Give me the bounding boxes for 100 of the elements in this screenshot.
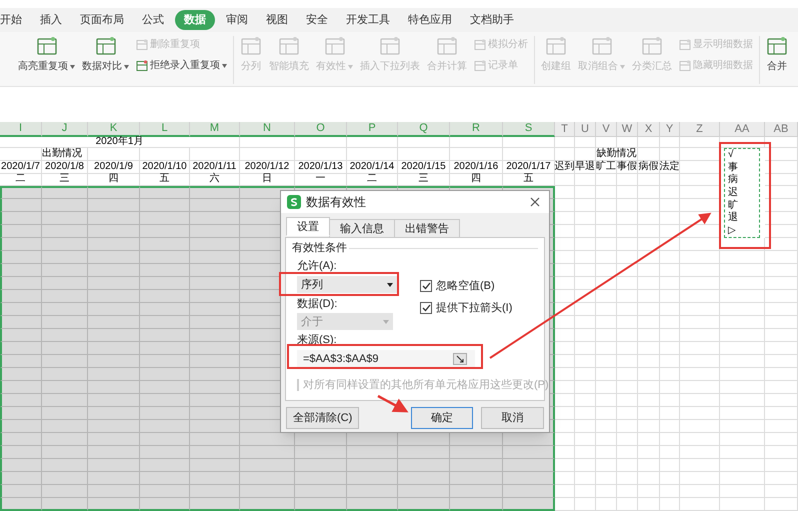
dialog-button[interactable]: 全部清除(C) — [286, 407, 360, 429]
dialog-tab[interactable]: 设置 — [286, 217, 330, 236]
check-icon — [422, 282, 430, 290]
field-label: 数据(D): — [297, 297, 338, 311]
field-label: 来源(S): — [297, 333, 337, 347]
ribbon-button[interactable]: 高亮重复项 — [18, 61, 75, 74]
column-header[interactable]: L — [140, 122, 190, 137]
checkbox-label: 对所有同样设置的其他所有单元格应用这些更改(P) — [303, 378, 549, 392]
table-cell: 2020/1/15 — [398, 160, 450, 174]
column-header[interactable]: I — [0, 122, 42, 137]
column-header[interactable]: X — [638, 122, 660, 137]
dialog-button[interactable]: 确定 — [411, 407, 473, 429]
table-icon — [766, 36, 788, 56]
collapse-icon — [453, 352, 467, 364]
dialog-tab[interactable]: 出错警告 — [394, 219, 460, 238]
caret-icon — [70, 65, 75, 70]
table-icon — [590, 36, 612, 56]
table-cell: 2020/1/13 — [295, 160, 347, 174]
column-header[interactable]: Z — [680, 122, 720, 137]
annotation-arrow — [377, 394, 408, 412]
column-header[interactable]: AA — [720, 122, 765, 137]
column-header[interactable]: S — [503, 122, 555, 137]
menu-tab[interactable]: 安全 — [297, 10, 337, 30]
table-cell: 旷工 — [596, 160, 617, 174]
table-icon — [545, 36, 567, 56]
dialog-tab[interactable]: 输入信息 — [329, 219, 395, 238]
table-cell-text: ▷ — [727, 224, 737, 238]
table-icon — [474, 39, 486, 52]
menu-tab[interactable]: 特色应用 — [399, 10, 461, 30]
table-cell: 2020/1/12 — [240, 160, 295, 174]
table-cell: 迟到 — [555, 160, 575, 174]
table-icon — [379, 36, 401, 56]
caret-icon — [124, 65, 129, 70]
column-header[interactable]: U — [575, 122, 596, 137]
menu-tab[interactable]: 公式 — [133, 10, 173, 30]
table-cell-text: 迟 — [727, 186, 739, 200]
dialog-button[interactable]: 取消 — [481, 407, 544, 429]
column-header[interactable]: W — [617, 122, 638, 137]
table-icon — [240, 36, 262, 56]
section-label: 有效性条件 — [292, 241, 347, 255]
table-icon — [641, 36, 663, 56]
checkbox[interactable] — [420, 280, 432, 292]
table-cell: 2020/1/14 — [347, 160, 398, 174]
menu-tab[interactable]: 文档助手 — [461, 10, 523, 30]
table-cell-text: 旷 — [727, 199, 739, 212]
column-header[interactable]: N — [240, 122, 295, 137]
column-header[interactable]: M — [190, 122, 240, 137]
check-icon — [422, 304, 430, 312]
ribbon-button[interactable]: 数据对比 — [82, 61, 129, 74]
caret-icon — [620, 65, 625, 70]
table-cell: 2020/1/10 — [140, 160, 190, 174]
column-header[interactable]: Y — [660, 122, 680, 137]
menu-tab[interactable]: 开始 — [0, 10, 31, 30]
app-icon — [287, 195, 301, 209]
column-header[interactable]: V — [596, 122, 617, 137]
table-cell-text: 事 — [727, 162, 739, 174]
table-cell: 2020/1/9 — [88, 160, 140, 174]
table-cell: 早退 — [575, 160, 596, 174]
column-header[interactable]: O — [295, 122, 347, 137]
table-icon — [36, 36, 58, 56]
table-cell-text: 病 — [727, 174, 739, 187]
field-label: 允许(A): — [297, 259, 337, 273]
column-header[interactable]: Q — [398, 122, 450, 137]
column-header[interactable]: R — [450, 122, 503, 137]
checkbox[interactable] — [420, 302, 432, 314]
table-cell: 病假 — [638, 160, 660, 174]
ribbon-button[interactable]: 合并 — [767, 61, 787, 74]
caret-icon — [387, 282, 393, 286]
column-header[interactable]: T — [555, 122, 575, 137]
ribbon-button[interactable]: 拒绝录入重复项 — [136, 60, 227, 72]
table-icon — [324, 36, 346, 56]
dialog-title: 数据有效性 — [306, 195, 367, 209]
table-cell: 2020/1/7 — [0, 160, 42, 174]
checkbox-label: 提供下拉箭头(I) — [436, 301, 512, 315]
table-cell: 出勤情况 — [42, 148, 88, 161]
menu-tab[interactable]: 页面布局 — [71, 10, 133, 30]
menu-tab[interactable]: 开发工具 — [337, 10, 399, 30]
table-icon — [679, 60, 691, 72]
column-header[interactable]: J — [42, 122, 88, 137]
menu-tab[interactable]: 视图 — [257, 10, 297, 30]
column-header[interactable]: K — [88, 122, 140, 137]
menu-tab[interactable]: 审阅 — [217, 10, 257, 30]
caret-icon — [222, 64, 227, 68]
table-icon — [136, 39, 148, 52]
table-cell-text: √ — [727, 148, 734, 162]
menu-tab[interactable]: 数据 — [175, 10, 215, 30]
column-header[interactable]: AB — [765, 122, 798, 137]
table-cell: 缺勤情况 — [596, 148, 638, 161]
allow-dropdown[interactable]: 序列 — [297, 276, 397, 293]
caret-icon — [383, 320, 389, 324]
table-icon — [436, 36, 458, 56]
column-header[interactable]: P — [347, 122, 398, 137]
table-icon — [136, 60, 148, 72]
table-cell: 事假 — [617, 160, 638, 174]
source-field[interactable]: =$AA$3:$AA$9 — [297, 350, 475, 367]
menu-tab[interactable]: 插入 — [31, 10, 71, 30]
table-cell: 2020/1/11 — [190, 160, 240, 174]
table-cell: 2020/1/17 — [503, 160, 555, 174]
table-cell: 2020/1/8 — [42, 160, 88, 174]
close-icon — [530, 197, 540, 207]
